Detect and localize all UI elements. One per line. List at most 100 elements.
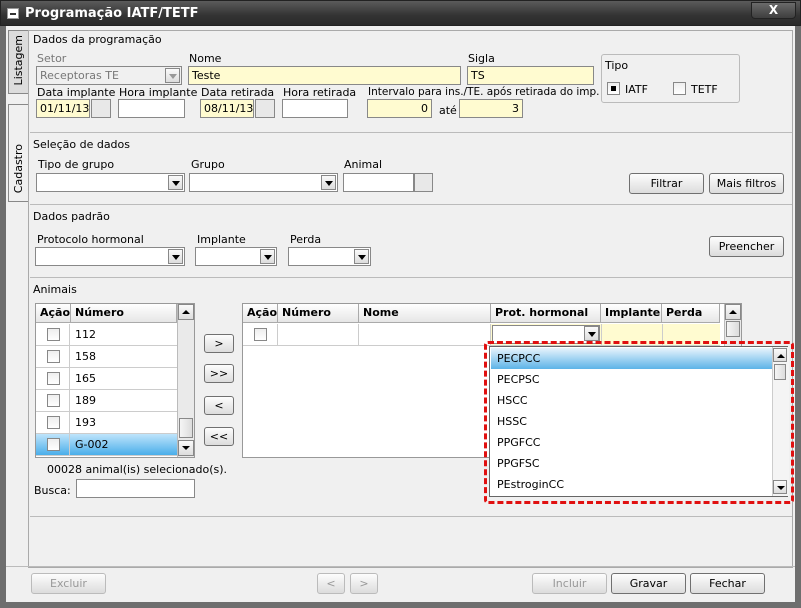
divider xyxy=(30,277,792,278)
scroll-up-icon[interactable] xyxy=(178,304,194,320)
data-retirada-input[interactable]: 08/11/13 xyxy=(200,99,254,118)
row-checkbox[interactable] xyxy=(47,416,60,429)
perda-combo[interactable] xyxy=(288,247,371,266)
busca-label: Busca: xyxy=(34,484,71,497)
implante-combo[interactable] xyxy=(195,247,277,266)
data-retirada-label: Data retirada xyxy=(201,86,275,99)
scroll-down-icon[interactable] xyxy=(178,440,194,456)
tab-listagem[interactable]: Listagem xyxy=(8,30,28,94)
table-row[interactable]: 158 xyxy=(36,346,177,368)
hora-retirada-input[interactable] xyxy=(282,99,348,118)
data-retirada-calendar-button[interactable] xyxy=(255,99,275,118)
col-perda-header[interactable]: Perda xyxy=(662,304,720,323)
scroll-thumb[interactable] xyxy=(179,418,193,438)
col-nome-header[interactable]: Nome xyxy=(359,304,491,323)
fechar-button[interactable]: Fechar xyxy=(690,573,765,594)
scroll-up-icon[interactable] xyxy=(725,304,741,320)
nome-input[interactable]: Teste xyxy=(188,66,461,85)
divider xyxy=(30,132,792,133)
excluir-button[interactable]: Excluir xyxy=(31,573,106,594)
table-row[interactable]: 165 xyxy=(36,368,177,390)
chevron-down-icon xyxy=(260,249,275,264)
table-row[interactable]: 189 xyxy=(36,390,177,412)
grupo-combo[interactable] xyxy=(189,173,338,192)
chevron-down-icon xyxy=(168,175,183,190)
tipo-grupo-label: Tipo de grupo xyxy=(38,158,115,171)
protocolo-combo[interactable] xyxy=(35,247,185,266)
table-row[interactable]: 193 xyxy=(36,412,177,434)
tab-cadastro[interactable]: Cadastro xyxy=(8,104,28,202)
col-implante-header[interactable]: Implante xyxy=(601,304,662,323)
system-menu-icon[interactable] xyxy=(7,8,19,19)
prev-button[interactable]: < xyxy=(317,573,345,594)
animal-label: Animal xyxy=(344,158,383,171)
remove-all-button[interactable]: << xyxy=(204,427,234,446)
close-button[interactable]: X xyxy=(751,2,796,19)
scroll-thumb[interactable] xyxy=(726,321,740,337)
row-checkbox[interactable] xyxy=(47,394,60,407)
title-bar: Programação IATF/TETF X xyxy=(0,0,801,26)
next-button[interactable]: > xyxy=(350,573,378,594)
tipo-grupo-combo[interactable] xyxy=(36,173,185,192)
iatf-checkbox[interactable] xyxy=(607,82,620,95)
col-numero-header[interactable]: Número xyxy=(278,304,359,323)
tetf-checkbox[interactable] xyxy=(673,82,686,95)
row-checkbox[interactable] xyxy=(47,372,60,385)
row-numero: 189 xyxy=(75,394,96,407)
intervalo-de-input[interactable]: 0 xyxy=(367,99,432,118)
gravar-button[interactable]: Gravar xyxy=(611,573,686,594)
left-grid-scrollbar[interactable] xyxy=(177,304,194,457)
setor-value: Receptoras TE xyxy=(40,69,119,82)
ate-label: até xyxy=(439,104,457,117)
intervalo-ate-input[interactable]: 3 xyxy=(459,99,523,118)
animal-input[interactable] xyxy=(343,173,414,192)
data-implante-label: Data implante xyxy=(37,86,116,99)
chevron-down-icon xyxy=(321,175,336,190)
row-acao-cell xyxy=(243,324,278,345)
row-checkbox[interactable] xyxy=(47,438,60,451)
filtrar-button[interactable]: Filtrar xyxy=(629,173,704,194)
remove-one-button[interactable]: < xyxy=(204,396,234,415)
row-numero: 193 xyxy=(75,416,96,429)
iatf-label: IATF xyxy=(625,83,648,96)
add-all-button[interactable]: >> xyxy=(204,364,234,383)
data-implante-calendar-button[interactable] xyxy=(91,99,111,118)
row-checkbox[interactable] xyxy=(254,328,267,341)
chevron-down-icon xyxy=(584,326,599,341)
col-prot-hormonal-header[interactable]: Prot. hormonal xyxy=(491,304,601,323)
section-title-dados-padrao: Dados padrão xyxy=(33,210,110,223)
row-checkbox[interactable] xyxy=(47,328,60,341)
data-implante-input[interactable]: 01/11/13 xyxy=(36,99,90,118)
sigla-input[interactable]: TS xyxy=(467,66,594,85)
table-row[interactable]: 112 xyxy=(36,324,177,346)
col-numero-header[interactable]: Número xyxy=(71,304,177,323)
vertical-tabs: Listagem Cadastro xyxy=(8,30,28,570)
hora-implante-input[interactable] xyxy=(118,99,185,118)
row-numero: 158 xyxy=(75,350,96,363)
incluir-button[interactable]: Incluir xyxy=(532,573,607,594)
animal-lookup-button[interactable] xyxy=(414,173,433,192)
table-row-selected[interactable]: G-002 xyxy=(36,434,177,456)
row-nome-cell xyxy=(359,324,491,345)
tetf-label: TETF xyxy=(691,83,718,96)
section-title-animais: Animais xyxy=(33,283,77,296)
animais-disponiveis-grid[interactable]: Ação Número 112 158 165 189 193 G-002 xyxy=(35,303,195,458)
sigla-label: Sigla xyxy=(468,52,495,65)
preencher-button[interactable]: Preencher xyxy=(709,236,784,257)
window-title: Programação IATF/TETF xyxy=(25,6,199,21)
row-checkbox[interactable] xyxy=(47,350,60,363)
hora-retirada-label: Hora retirada xyxy=(283,86,357,99)
busca-input[interactable] xyxy=(76,479,195,498)
col-acao-header[interactable]: Ação xyxy=(36,304,71,323)
protocolo-label: Protocolo hormonal xyxy=(37,233,144,246)
col-acao-header[interactable]: Ação xyxy=(243,304,278,323)
preencher-button-label: Preencher xyxy=(718,240,775,253)
add-one-button[interactable]: > xyxy=(204,334,234,353)
hora-implante-label: Hora implante xyxy=(119,86,198,99)
row-numero-cell xyxy=(278,324,359,345)
intervalo-label: Intervalo para ins./TE. após retirada do… xyxy=(368,86,600,98)
right-grid-scrollbar[interactable] xyxy=(724,304,741,346)
section-title-selecao-dados: Seleção de dados xyxy=(33,138,131,151)
section-title-dados-programacao: Dados da programação xyxy=(33,33,162,46)
mais-filtros-button[interactable]: Mais filtros xyxy=(709,173,784,194)
